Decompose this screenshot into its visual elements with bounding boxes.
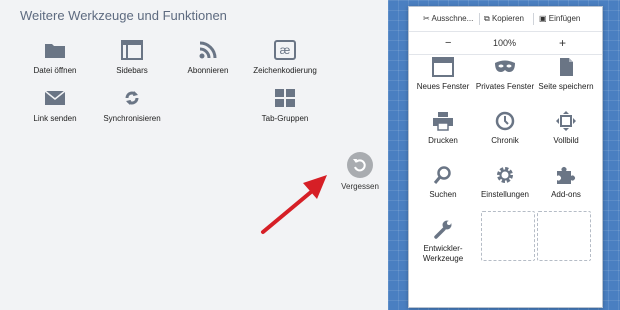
addons-button[interactable]: Add-ons — [536, 165, 596, 200]
item-label: Vollbild — [553, 136, 579, 145]
new-window-icon — [432, 57, 454, 77]
zoom-out-button[interactable]: − — [445, 37, 451, 49]
zoom-in-button[interactable]: + — [559, 36, 566, 50]
history-button[interactable]: Chronik — [475, 111, 535, 146]
sidebar-icon — [121, 40, 143, 60]
developer-tools-button[interactable]: Entwickler-Werkzeuge — [413, 219, 473, 264]
tool-label: Link senden — [33, 114, 77, 123]
scissors-icon: ✂ — [423, 14, 430, 23]
item-label: Chronik — [491, 136, 519, 145]
item-label: Einstellungen — [480, 190, 530, 199]
tab-groups-icon — [275, 89, 295, 107]
edit-divider — [479, 13, 480, 25]
new-window-button[interactable]: Neues Fenster — [413, 57, 473, 92]
item-label: Seite speichern — [538, 82, 594, 91]
puzzle-icon — [557, 167, 575, 184]
fullscreen-icon — [556, 111, 576, 131]
rss-icon — [199, 41, 217, 59]
tool-tab-groups[interactable]: Tab-Gruppen — [240, 88, 330, 123]
tool-label: Datei öffnen — [33, 66, 77, 75]
cut-button[interactable]: ✂ Ausschne... — [423, 14, 473, 23]
gear-icon — [497, 167, 513, 183]
item-label: Drucken — [428, 136, 458, 145]
private-mask-icon — [495, 60, 515, 72]
tool-label: Sidebars — [116, 66, 148, 75]
forget-label: Vergessen — [341, 182, 379, 191]
save-page-icon — [560, 58, 573, 76]
edit-controls: ✂ Ausschne... ⧉ Kopieren ▣ Einfügen — [409, 7, 602, 32]
fullscreen-button[interactable]: Vollbild — [536, 111, 596, 146]
sync-icon — [125, 91, 139, 105]
character-encoding-icon: æ — [274, 40, 296, 60]
find-button[interactable]: Suchen — [413, 165, 473, 200]
forget-icon — [347, 152, 373, 178]
tool-label: Abonnieren — [187, 66, 229, 75]
more-tools-title: Weitere Werkzeuge und Funktionen — [20, 8, 227, 23]
printer-icon — [433, 112, 453, 131]
paste-label: Einfügen — [548, 14, 581, 23]
copy-label: Kopieren — [491, 14, 524, 23]
copy-icon: ⧉ — [484, 14, 490, 23]
mail-icon — [44, 90, 66, 105]
cut-label: Ausschne... — [431, 14, 474, 23]
wrench-icon — [434, 220, 452, 239]
tool-label: Tab-Gruppen — [261, 114, 309, 123]
paste-button[interactable]: ▣ Einfügen — [539, 14, 580, 23]
empty-slot — [537, 211, 591, 261]
item-label: Neues Fenster — [416, 82, 470, 91]
item-label: Entwickler-Werkzeuge — [422, 244, 464, 263]
print-button[interactable]: Drucken — [413, 111, 473, 146]
private-window-button[interactable]: Privates Fenster — [475, 57, 535, 92]
item-label: Add-ons — [551, 190, 581, 199]
save-page-button[interactable]: Seite speichern — [536, 57, 596, 92]
menu-panel: ✂ Ausschne... ⧉ Kopieren ▣ Einfügen − 10… — [408, 6, 603, 308]
preferences-button[interactable]: Einstellungen — [475, 165, 535, 200]
item-label: Privates Fenster — [475, 82, 535, 91]
search-icon — [433, 166, 451, 184]
clock-icon — [495, 111, 515, 131]
tool-label: Synchronisieren — [103, 114, 161, 123]
zoom-controls: − 100% + — [409, 32, 602, 55]
clipboard-icon: ▣ — [539, 14, 547, 23]
copy-button[interactable]: ⧉ Kopieren — [484, 14, 524, 24]
tool-character-encoding[interactable]: æ Zeichenkodierung — [240, 40, 330, 75]
zoom-reset-button[interactable]: 100% — [493, 38, 516, 48]
item-label: Suchen — [429, 190, 457, 199]
empty-slot — [481, 211, 535, 261]
folder-icon — [45, 44, 65, 58]
annotation-arrow — [261, 175, 327, 234]
edit-divider — [533, 13, 534, 25]
more-tools-area: Weitere Werkzeuge und Funktionen Datei ö… — [0, 0, 388, 310]
tool-label: Zeichenkodierung — [253, 66, 317, 75]
tool-sync[interactable]: Synchronisieren — [87, 88, 177, 123]
